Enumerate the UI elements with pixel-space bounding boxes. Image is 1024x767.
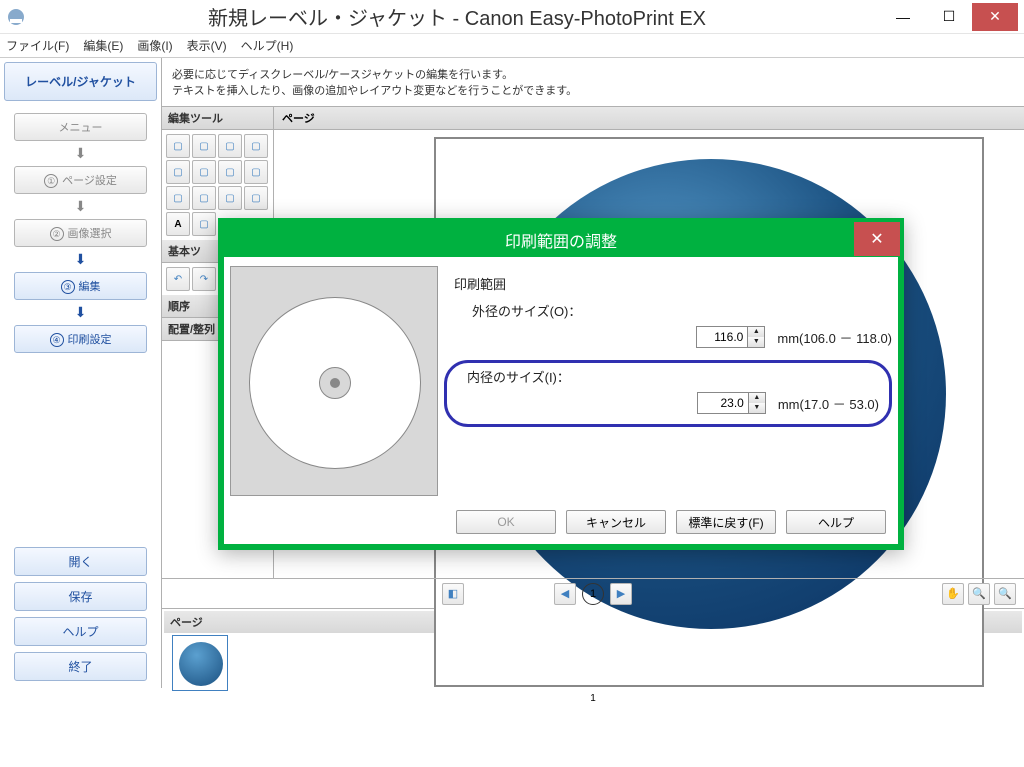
inner-size-input[interactable] <box>698 393 748 413</box>
sidebar-step-page-setup[interactable]: ①ページ設定 <box>14 166 147 194</box>
dialog-close-button[interactable]: ✕ <box>854 222 900 256</box>
ok-button[interactable]: OK <box>456 510 556 534</box>
outer-size-spinner[interactable]: ▲▼ <box>696 326 765 348</box>
page-thumbnail[interactable] <box>172 635 228 691</box>
zoom-out-icon[interactable]: 🔍 <box>994 583 1016 605</box>
app-icon <box>6 7 26 27</box>
thumb-number: 1 <box>164 693 1022 704</box>
minimize-button[interactable]: — <box>880 3 926 31</box>
menu-view[interactable]: 表示(V) <box>187 37 227 54</box>
dialog-help-button[interactable]: ヘルプ <box>786 510 886 534</box>
dialog-title: 印刷範囲の調整 ✕ <box>223 223 899 257</box>
arrow-icon: ⬇ <box>4 198 157 215</box>
section-label: 印刷範囲 <box>454 274 892 293</box>
print-range-dialog: 印刷範囲の調整 ✕ 印刷範囲 外径のサイズ(O)： ▲▼ mm(106.0 － … <box>218 218 904 550</box>
outer-range-text: mm(106.0 － 118.0) <box>777 328 892 347</box>
sidebar-menu-button[interactable]: メニュー <box>14 113 147 141</box>
menu-file[interactable]: ファイル(F) <box>6 37 69 54</box>
tool-icon[interactable]: ▢ <box>244 134 268 158</box>
nav-controls: ◧ ◀ 1 ▶ ✋ 🔍 🔍 <box>162 578 1024 608</box>
sidebar-step-image-select[interactable]: ②画像選択 <box>14 219 147 247</box>
tool-icon[interactable]: ▢ <box>192 134 216 158</box>
tool-icon[interactable]: ▢ <box>166 160 190 184</box>
inner-size-spinner[interactable]: ▲▼ <box>697 392 766 414</box>
menu-image[interactable]: 画像(I) <box>137 37 172 54</box>
menu-edit[interactable]: 編集(E) <box>83 37 123 54</box>
cancel-button[interactable]: キャンセル <box>566 510 666 534</box>
menu-help[interactable]: ヘルプ(H) <box>241 37 294 54</box>
tool-icon[interactable]: ▢ <box>192 160 216 184</box>
sidebar-step-edit[interactable]: ③編集 <box>14 272 147 300</box>
arrow-icon: ⬇ <box>4 145 157 162</box>
highlight-annotation: 内径のサイズ(I)： ▲▼ mm(17.0 － 53.0) <box>444 360 892 427</box>
dialog-disc-preview <box>230 266 438 496</box>
redo-icon[interactable]: ↷ <box>192 267 216 291</box>
default-button[interactable]: 標準に戻す(F) <box>676 510 776 534</box>
tool-icon[interactable]: ▢ <box>192 186 216 210</box>
inner-range-text: mm(17.0 － 53.0) <box>778 394 879 413</box>
tool-icon[interactable]: ▢ <box>218 160 242 184</box>
arrow-icon: ⬇ <box>4 251 157 268</box>
sidebar: レーベル/ジャケット メニュー ⬇ ①ページ設定 ⬇ ②画像選択 ⬇ ③編集 ⬇… <box>0 58 162 688</box>
tool-icon[interactable]: ▢ <box>244 160 268 184</box>
maximize-button[interactable]: ☐ <box>926 3 972 31</box>
spin-down-icon[interactable]: ▼ <box>748 337 764 347</box>
tool-icon[interactable]: ▢ <box>192 212 216 236</box>
inner-size-label: 内径のサイズ(I)： <box>457 367 879 386</box>
tool-icon[interactable]: ▢ <box>166 186 190 210</box>
tool-icon[interactable]: ▢ <box>244 186 268 210</box>
save-button[interactable]: 保存 <box>14 582 147 611</box>
spin-up-icon[interactable]: ▲ <box>749 393 765 403</box>
tool-icon[interactable]: ◧ <box>442 583 464 605</box>
sidebar-step-print-settings[interactable]: ④印刷設定 <box>14 325 147 353</box>
tool-icon[interactable]: ▢ <box>218 134 242 158</box>
menu-bar: ファイル(F) 編集(E) 画像(I) 表示(V) ヘルプ(H) <box>0 34 1024 58</box>
window-title: 新規レーベル・ジャケット - Canon Easy-PhotoPrint EX <box>34 2 880 31</box>
spin-up-icon[interactable]: ▲ <box>748 327 764 337</box>
sidebar-title: レーベル/ジャケット <box>4 62 157 101</box>
outer-size-label: 外径のサイズ(O)： <box>454 301 892 320</box>
page-label: ページ <box>274 107 1024 130</box>
window-titlebar: 新規レーベル・ジャケット - Canon Easy-PhotoPrint EX … <box>0 0 1024 34</box>
next-page-button[interactable]: ▶ <box>610 583 632 605</box>
undo-icon[interactable]: ↶ <box>166 267 190 291</box>
arrow-icon: ⬇ <box>4 304 157 321</box>
outer-size-input[interactable] <box>697 327 747 347</box>
page-indicator: 1 <box>582 583 604 605</box>
prev-page-button[interactable]: ◀ <box>554 583 576 605</box>
exit-button[interactable]: 終了 <box>14 652 147 681</box>
tool-icon[interactable]: ▢ <box>218 186 242 210</box>
text-tool-icon[interactable]: A <box>166 212 190 236</box>
help-button[interactable]: ヘルプ <box>14 617 147 646</box>
tool-icon[interactable]: ▢ <box>166 134 190 158</box>
info-text: 必要に応じてディスクレーベル/ケースジャケットの編集を行います。 テキストを挿入… <box>162 58 1024 107</box>
zoom-in-icon[interactable]: 🔍 <box>968 583 990 605</box>
panel-header-edit-tools: 編集ツール <box>162 107 273 130</box>
hand-tool-icon[interactable]: ✋ <box>942 583 964 605</box>
close-button[interactable]: ✕ <box>972 3 1018 31</box>
disc-icon <box>179 642 223 686</box>
open-button[interactable]: 開く <box>14 547 147 576</box>
spin-down-icon[interactable]: ▼ <box>749 403 765 413</box>
